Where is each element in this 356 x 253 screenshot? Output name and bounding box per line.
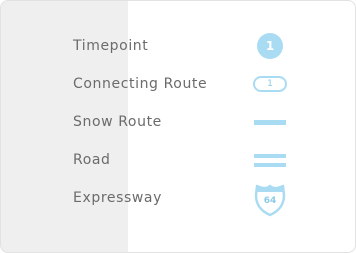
legend-label-snow-route: Snow Route xyxy=(73,114,162,130)
road-double-line-icon xyxy=(249,148,291,172)
snow-route-line xyxy=(254,119,286,125)
legend-item-connecting-route: Connecting Route 1 xyxy=(1,72,355,96)
legend-label-connecting-route: Connecting Route xyxy=(73,76,208,92)
legend-item-snow-route: Snow Route xyxy=(1,110,355,134)
legend-item-expressway: Expressway 64 xyxy=(1,184,355,217)
expressway-shield-icon: 64 xyxy=(249,183,291,217)
expressway-shield: 64 xyxy=(253,183,287,217)
expressway-shield-number: 64 xyxy=(263,196,277,206)
timepoint-badge-number: 1 xyxy=(257,33,283,59)
connecting-route-pill-icon: 1 xyxy=(249,72,291,96)
map-legend-panel: Timepoint 1 Connecting Route 1 Snow Rout… xyxy=(0,0,356,253)
road-lines xyxy=(254,153,286,167)
timepoint-circle-icon: 1 xyxy=(249,33,291,59)
legend-label-timepoint: Timepoint xyxy=(73,38,149,54)
legend-item-timepoint: Timepoint 1 xyxy=(1,33,355,59)
legend-label-road: Road xyxy=(73,152,111,168)
legend-item-road: Road xyxy=(1,148,355,172)
snow-route-line-icon xyxy=(249,110,291,134)
legend-label-expressway: Expressway xyxy=(73,190,162,206)
connecting-route-badge-number: 1 xyxy=(253,76,287,92)
